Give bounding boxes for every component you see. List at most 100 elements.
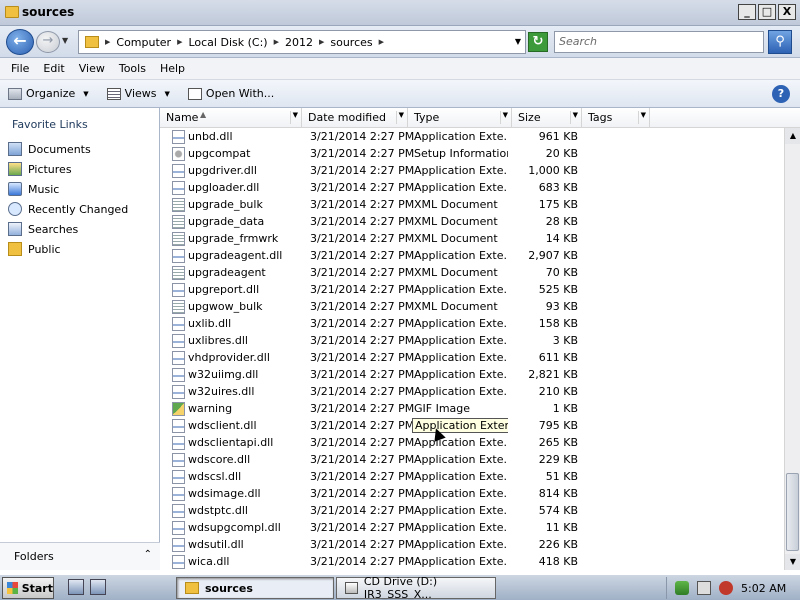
chevron-down-icon[interactable]: ▼: [637, 111, 646, 124]
file-name-cell[interactable]: upgradeagent.dll: [160, 248, 302, 263]
menu-edit[interactable]: Edit: [36, 62, 71, 75]
breadcrumb[interactable]: ▶ Computer ▶ Local Disk (C:) ▶ 2012 ▶ so…: [78, 30, 526, 54]
file-row[interactable]: w32uires.dll 3/21/2014 2:27 PM Application…: [160, 383, 784, 400]
file-name-cell[interactable]: wdscore.dll: [160, 452, 302, 467]
file-name[interactable]: wdstptc.dll: [188, 504, 248, 517]
file-name-cell[interactable]: wdsupgcompl.dll: [160, 520, 302, 535]
clock[interactable]: 5:02 AM: [741, 582, 786, 595]
file-row[interactable]: wdstptc.dll 3/21/2014 2:27 PM Application …: [160, 502, 784, 519]
chevron-right-icon[interactable]: ▶: [274, 38, 279, 46]
file-name-cell[interactable]: unbd.dll: [160, 129, 302, 144]
breadcrumb-item[interactable]: sources: [330, 36, 372, 49]
file-name[interactable]: upgloader.dll: [188, 181, 259, 194]
task-sources[interactable]: sources: [176, 577, 334, 599]
vertical-scrollbar[interactable]: ▲ ▼: [784, 128, 800, 570]
file-name-cell[interactable]: upgwow_bulk: [160, 299, 302, 314]
file-name-cell[interactable]: wdsimage.dll: [160, 486, 302, 501]
file-row[interactable]: upgrade_bulk 3/21/2014 2:27 PM XML Documen…: [160, 196, 784, 213]
file-name-cell[interactable]: uxlib.dll: [160, 316, 302, 331]
file-name[interactable]: wdsclientapi.dll: [188, 436, 273, 449]
nav-item-searches[interactable]: Searches: [8, 220, 78, 238]
file-row[interactable]: wica.dll 3/21/2014 2:27 PM Application Ext…: [160, 553, 784, 570]
menu-tools[interactable]: Tools: [112, 62, 153, 75]
file-row[interactable]: uxlib.dll 3/21/2014 2:27 PM Application Ex…: [160, 315, 784, 332]
chevron-right-icon[interactable]: ▶: [177, 38, 182, 46]
minimize-button[interactable]: _: [738, 4, 756, 20]
forward-button[interactable]: →: [36, 31, 60, 53]
file-name[interactable]: upgradeagent: [188, 266, 266, 279]
file-row[interactable]: wdsupgcompl.dll 3/21/2014 2:27 PM Applicat…: [160, 519, 784, 536]
breadcrumb-item[interactable]: 2012: [285, 36, 313, 49]
nav-item-documents[interactable]: Documents: [8, 140, 91, 158]
chevron-down-icon[interactable]: ▼: [515, 37, 521, 46]
column-header-tags[interactable]: Tags ▼: [582, 108, 650, 128]
file-name[interactable]: w32uires.dll: [188, 385, 254, 398]
column-header-name[interactable]: Name ▲ ▼: [160, 108, 302, 128]
file-row[interactable]: wdsclient.dll 3/21/2014 2:27 PM Applicatio…: [160, 417, 784, 434]
file-name[interactable]: vhdprovider.dll: [188, 351, 270, 364]
file-name[interactable]: wica.dll: [188, 555, 229, 568]
search-button[interactable]: ⚲: [768, 30, 792, 54]
file-name-cell[interactable]: upgdriver.dll: [160, 163, 302, 178]
file-name[interactable]: upgradeagent.dll: [188, 249, 282, 262]
file-row[interactable]: wdscore.dll 3/21/2014 2:27 PM Application …: [160, 451, 784, 468]
file-name[interactable]: wdsclient.dll: [188, 419, 257, 432]
menu-help[interactable]: Help: [153, 62, 192, 75]
open-with-button[interactable]: Open With...: [187, 87, 274, 100]
file-row[interactable]: upgradeagent.dll 3/21/2014 2:27 PM Applica…: [160, 247, 784, 264]
column-header-size[interactable]: Size ▼: [512, 108, 582, 128]
file-name[interactable]: wdsupgcompl.dll: [188, 521, 281, 534]
chevron-right-icon[interactable]: ▶: [319, 38, 324, 46]
file-name-cell[interactable]: upgreport.dll: [160, 282, 302, 297]
help-icon[interactable]: ?: [772, 85, 790, 103]
file-row[interactable]: w32uiimg.dll 3/21/2014 2:27 PM Application…: [160, 366, 784, 383]
file-row[interactable]: vhdprovider.dll 3/21/2014 2:27 PM Applicat…: [160, 349, 784, 366]
scroll-up-icon[interactable]: ▲: [785, 128, 800, 144]
server-manager-icon[interactable]: [68, 579, 84, 595]
file-name[interactable]: upgrade_data: [188, 215, 264, 228]
nav-item-music[interactable]: Music: [8, 180, 59, 198]
file-name[interactable]: upgrade_frmwrk: [188, 232, 278, 245]
chevron-right-icon[interactable]: ▶: [379, 38, 384, 46]
volume-muted-icon[interactable]: [719, 581, 733, 595]
network-icon[interactable]: [697, 581, 711, 595]
file-name-cell[interactable]: wica.dll: [160, 554, 302, 569]
file-row[interactable]: upgloader.dll 3/21/2014 2:27 PM Applicatio…: [160, 179, 784, 196]
organize-button[interactable]: Organize ▼: [8, 87, 89, 100]
maximize-button[interactable]: □: [758, 4, 776, 20]
file-row[interactable]: wdscsl.dll 3/21/2014 2:27 PM Application E…: [160, 468, 784, 485]
file-row[interactable]: upgwow_bulk 3/21/2014 2:27 PM XML Document…: [160, 298, 784, 315]
start-button[interactable]: Start: [2, 577, 54, 599]
show-desktop-icon[interactable]: [90, 579, 106, 595]
file-name[interactable]: upgrade_bulk: [188, 198, 263, 211]
file-name[interactable]: upgreport.dll: [188, 283, 259, 296]
file-name[interactable]: w32uiimg.dll: [188, 368, 258, 381]
recent-pages-dropdown-icon[interactable]: ▼: [62, 36, 68, 45]
scrollbar-thumb[interactable]: [786, 473, 799, 551]
menu-file[interactable]: File: [4, 62, 36, 75]
file-name[interactable]: upgdriver.dll: [188, 164, 257, 177]
file-name[interactable]: uxlib.dll: [188, 317, 231, 330]
task-cd-drive[interactable]: CD Drive (D:) IR3_SSS_X...: [336, 575, 496, 600]
file-row[interactable]: upgradeagent 3/21/2014 2:27 PM XML Documen…: [160, 264, 784, 281]
chevron-down-icon[interactable]: ▼: [569, 111, 578, 124]
file-row[interactable]: wdsclientapi.dll 3/21/2014 2:27 PM Applica…: [160, 434, 784, 451]
folders-toggle[interactable]: Folders ⌃: [0, 542, 160, 570]
file-name-cell[interactable]: upgrade_bulk: [160, 197, 302, 212]
search-input[interactable]: Search: [554, 31, 764, 53]
file-name-cell[interactable]: wdsclient.dll: [160, 418, 302, 433]
file-row[interactable]: upgreport.dll 3/21/2014 2:27 PM Applicatio…: [160, 281, 784, 298]
file-name-cell[interactable]: wdstptc.dll: [160, 503, 302, 518]
file-name[interactable]: upgcompat: [188, 147, 250, 160]
file-row[interactable]: upgrade_data 3/21/2014 2:27 PM XML Documen…: [160, 213, 784, 230]
file-name[interactable]: wdscsl.dll: [188, 470, 241, 483]
file-row[interactable]: upgcompat 3/21/2014 2:27 PM Setup Informat…: [160, 145, 784, 162]
file-row[interactable]: upgdriver.dll 3/21/2014 2:27 PM Applicatio…: [160, 162, 784, 179]
file-name-cell[interactable]: wdsutil.dll: [160, 537, 302, 552]
file-name-cell[interactable]: warning: [160, 401, 302, 416]
file-name[interactable]: wdscore.dll: [188, 453, 250, 466]
file-row[interactable]: uxlibres.dll 3/21/2014 2:27 PM Application…: [160, 332, 784, 349]
file-name-cell[interactable]: upgcompat: [160, 146, 302, 161]
security-shield-icon[interactable]: [675, 581, 689, 595]
file-row[interactable]: wdsutil.dll 3/21/2014 2:27 PM Application …: [160, 536, 784, 553]
